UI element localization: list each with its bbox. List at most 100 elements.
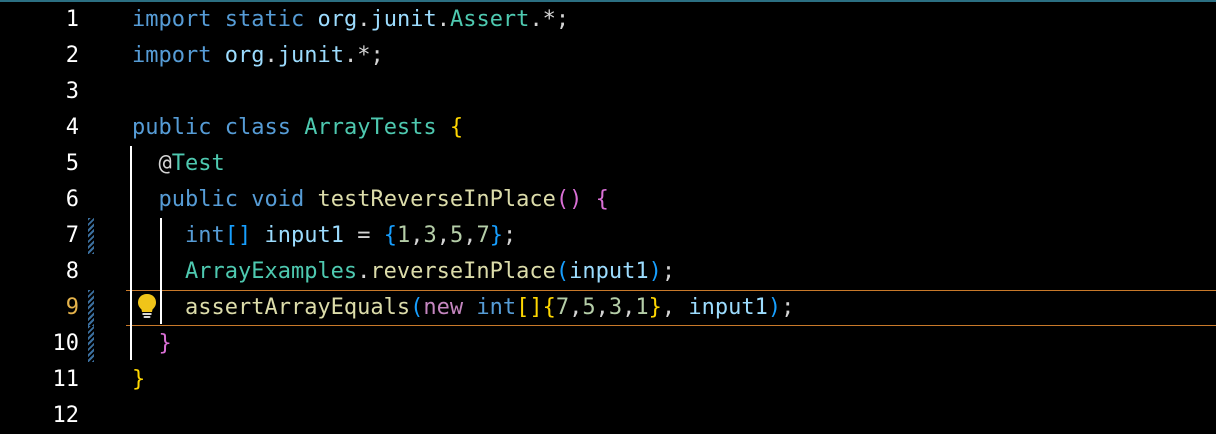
code-token: input1 (264, 223, 344, 248)
code-token: 5 (449, 223, 464, 248)
line-number[interactable]: 7 (0, 218, 79, 254)
line-number[interactable]: 3 (0, 74, 79, 110)
code-token: , (436, 223, 450, 248)
indent-guide-class-body (130, 146, 132, 360)
code-token: 1 (635, 295, 649, 320)
code-token: Assert (449, 7, 530, 32)
code-token: () (555, 187, 583, 212)
code-token: 1 (396, 223, 411, 248)
gutter-modified-marker[interactable] (88, 326, 94, 362)
line-number[interactable]: 8 (0, 254, 79, 290)
code-token: 7 (555, 295, 570, 320)
code-line[interactable]: int[] input1 = {1,3,5,7}; (132, 218, 516, 254)
line-number[interactable]: 10 (0, 326, 80, 362)
code-line[interactable]: assertArrayEquals(new int[]{7,5,3,1}, in… (132, 290, 794, 326)
code-token: ( (410, 295, 424, 320)
code-token: . (264, 43, 278, 68)
line-number[interactable]: 1 (0, 2, 79, 38)
code-token: ) (767, 295, 782, 320)
code-token: { (449, 115, 464, 140)
code-token: class (224, 115, 291, 140)
code-token: assertArrayEquals (184, 295, 411, 320)
code-token: = (343, 223, 384, 248)
code-token: input1 (688, 295, 768, 320)
code-token: } (132, 367, 146, 392)
code-token: Test (171, 151, 225, 176)
code-token: int (476, 295, 517, 320)
code-token: org (224, 43, 265, 68)
gutter-modified-marker[interactable] (88, 218, 94, 254)
code-token: , (569, 295, 583, 320)
code-token: 3 (423, 223, 437, 248)
code-line[interactable]: public void testReverseInPlace() { (132, 182, 609, 218)
code-token: ArrayExamples (184, 259, 358, 284)
code-token: ; (781, 295, 795, 320)
code-token: , (463, 223, 477, 248)
code-token: import (132, 43, 212, 68)
code-token: int (184, 223, 225, 248)
code-token: ; (502, 223, 517, 248)
code-line[interactable]: ArrayExamples.reverseInPlace(input1); (132, 254, 675, 290)
code-token: .*; (529, 7, 570, 32)
line-number[interactable]: 6 (0, 182, 79, 218)
code-line[interactable]: import static org.junit.Assert.*; (132, 2, 569, 38)
code-token: reverseInPlace (370, 259, 556, 284)
code-token: .*; (343, 43, 384, 68)
code-token: ) (648, 259, 662, 284)
code-token: []{ (516, 295, 556, 320)
line-number[interactable]: 9 (0, 290, 79, 326)
code-line[interactable]: } (132, 326, 172, 362)
code-token: @ (158, 151, 172, 176)
code-token: org (317, 7, 358, 32)
code-token: static (224, 7, 305, 32)
code-token: ( (555, 259, 570, 284)
code-token: , (661, 295, 689, 320)
code-token: . (357, 259, 371, 284)
code-line[interactable]: } (132, 362, 145, 398)
code-token: 3 (608, 295, 623, 320)
line-number[interactable]: 4 (0, 110, 79, 146)
code-token: 5 (582, 295, 596, 320)
code-token: ; (661, 259, 676, 284)
code-token: junit (370, 7, 437, 32)
indent-guide-method-body (160, 218, 162, 324)
code-token: [] (224, 223, 252, 248)
code-editor[interactable]: 1 import static org.junit.Assert.*; 2 impor… (0, 0, 1216, 428)
line-number[interactable]: 12 (0, 398, 80, 434)
code-token: } (489, 223, 503, 248)
code-line[interactable]: public class ArrayTests { (132, 110, 463, 146)
code-token: junit (277, 43, 344, 68)
lightbulb-icon[interactable] (136, 293, 158, 319)
line-number[interactable]: 2 (0, 38, 79, 74)
code-token: . (357, 7, 371, 32)
code-line[interactable]: @Test (132, 146, 225, 182)
code-token: } (648, 295, 662, 320)
code-line[interactable]: import org.junit.*; (132, 38, 384, 74)
code-token: { (595, 187, 609, 212)
code-token: , (410, 223, 424, 248)
code-token: , (622, 295, 636, 320)
code-token: public (132, 115, 212, 140)
gutter-modified-marker[interactable] (88, 290, 94, 326)
code-token: import (132, 7, 212, 32)
line-number[interactable]: 5 (0, 146, 79, 182)
code-token: input1 (569, 259, 649, 284)
code-token: void (251, 187, 305, 212)
code-token: new (423, 295, 464, 320)
code-token: } (158, 331, 172, 356)
line-number[interactable]: 11 (0, 362, 80, 398)
code-token: 7 (476, 223, 490, 248)
